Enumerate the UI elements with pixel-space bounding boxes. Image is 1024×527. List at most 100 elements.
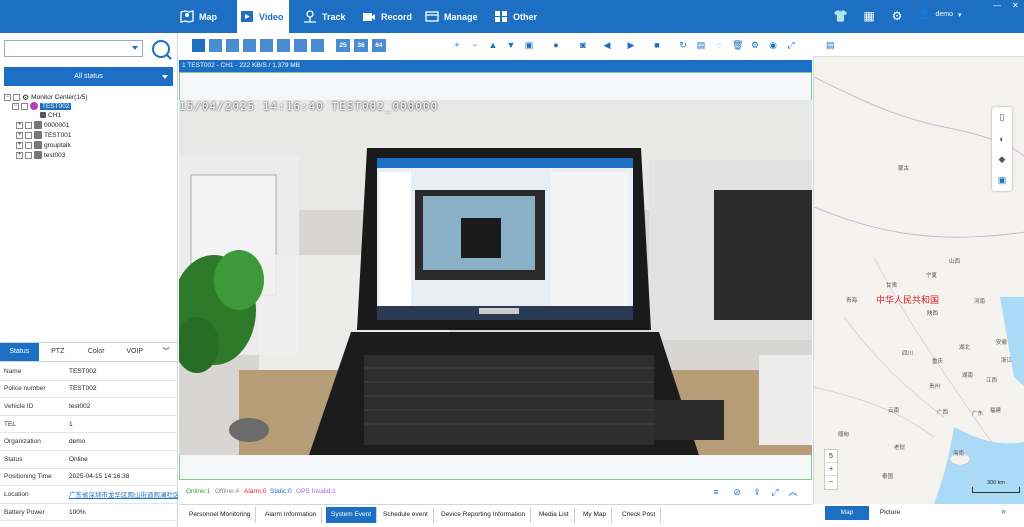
tree-item-test001[interactable]: + TEST001 <box>16 130 71 140</box>
checkbox[interactable] <box>25 141 32 149</box>
save-icon[interactable]: ▤ <box>696 40 706 50</box>
status-filter-select[interactable]: All status <box>4 67 173 86</box>
expand-icon[interactable]: + <box>16 141 23 149</box>
checkbox[interactable] <box>13 93 20 101</box>
close-icon[interactable]: ✕ <box>1012 1 1019 10</box>
info-row: Vehicle ID test002 <box>0 398 178 416</box>
chevron-down-icon <box>162 75 168 79</box>
refresh-icon[interactable]: ↻ <box>678 40 688 50</box>
map-tabs: Map Picture » <box>813 504 1024 523</box>
chevron-double-down-icon[interactable]: ︾ <box>154 343 178 361</box>
expand-icon[interactable]: + <box>16 131 23 139</box>
traffic-icon[interactable]: ▯ <box>992 107 1012 128</box>
checkbox[interactable] <box>25 151 32 159</box>
shirt-icon[interactable]: 👕 <box>833 9 848 23</box>
tab-alarm-information[interactable]: Alarm Information <box>260 507 323 523</box>
arrow-down-icon[interactable]: ▼ <box>506 40 516 50</box>
nav-track[interactable]: Track <box>303 0 349 33</box>
tab-status[interactable]: Status <box>0 343 39 361</box>
checkbox[interactable] <box>25 131 32 139</box>
tab-media-list[interactable]: Media List <box>534 507 575 523</box>
message-icon[interactable]: ▣ <box>524 40 534 50</box>
3d-icon[interactable]: ◆ <box>992 149 1012 170</box>
track-icon <box>304 10 316 23</box>
tree-item-ch1[interactable]: CH1 <box>40 110 61 120</box>
chevron-down-icon: ▾ <box>957 11 962 19</box>
plus-icon[interactable]: + <box>452 40 462 50</box>
arrow-up-icon[interactable]: ▲ <box>488 40 498 50</box>
tree-item-test003[interactable]: + test003 <box>16 150 65 160</box>
zoom-out-button[interactable]: − <box>825 476 837 489</box>
layout-9-button[interactable] <box>260 39 273 52</box>
tab-device-reporting-information[interactable]: Device Reporting Information <box>436 507 532 523</box>
play-all-icon[interactable]: ● <box>551 40 561 50</box>
device-icon <box>34 121 42 129</box>
speaker-icon[interactable]: ◀ <box>602 40 612 50</box>
expand-icon[interactable]: + <box>16 151 23 159</box>
user-menu[interactable]: 👤 demo ▾ <box>918 9 961 20</box>
layout-36-button[interactable]: 36 <box>354 39 368 52</box>
record-icon[interactable]: ◉ <box>768 40 778 50</box>
save-icon[interactable]: ▤ <box>826 40 835 51</box>
layout-10-button[interactable] <box>277 39 290 52</box>
satellite-icon[interactable]: ◐ <box>992 128 1012 149</box>
offline-count: Offline:4 <box>215 488 240 495</box>
nav-other[interactable]: Other <box>494 0 538 33</box>
tab-picture[interactable]: Picture <box>868 506 912 520</box>
minimize-icon[interactable]: — <box>993 1 1001 10</box>
layout-16-button[interactable] <box>311 39 324 52</box>
layout-13-button[interactable] <box>294 39 307 52</box>
tab-schedule-event[interactable]: Schedule event <box>378 507 434 523</box>
tab-system-event[interactable]: System Event <box>326 507 378 523</box>
tab-ptz[interactable]: PTZ <box>39 343 78 361</box>
snapshot-icon[interactable]: ◙ <box>578 40 588 50</box>
camera-icon <box>40 112 46 118</box>
layout-8-button[interactable] <box>243 39 256 52</box>
zoom-in-button[interactable]: + <box>825 463 837 476</box>
navigate-icon[interactable]: ⊘ <box>732 487 742 497</box>
nav-map[interactable]: Map <box>180 0 226 33</box>
layout-4-button[interactable] <box>209 39 222 52</box>
delete-icon[interactable]: 🗑 <box>732 40 743 50</box>
tab-personnel-monitoring[interactable]: Personnel Monitoring <box>184 507 257 523</box>
gps-invalid-count: GPS Invalid:1 <box>296 488 336 495</box>
tab-color[interactable]: Color <box>77 343 116 361</box>
layout-64-button[interactable]: 64 <box>372 39 386 52</box>
tab-check-post[interactable]: Check Post <box>617 507 662 523</box>
tab-my-map[interactable]: My Map <box>578 507 613 523</box>
checkbox[interactable] <box>21 102 28 110</box>
stop-icon[interactable]: ■ <box>652 40 662 50</box>
layout-6-button[interactable] <box>226 39 239 52</box>
map-layer-icon[interactable]: ▣ <box>992 170 1012 191</box>
fullscreen-icon[interactable]: ⤢ <box>786 40 796 50</box>
chevron-double-up-icon[interactable]: ︽ <box>788 487 798 497</box>
layout-icon[interactable]: ▦ <box>862 9 876 23</box>
settings-icon[interactable]: ⚙ <box>750 40 760 50</box>
collapse-icon[interactable]: − <box>4 93 11 101</box>
expand-icon[interactable]: + <box>16 121 23 129</box>
loading-icon[interactable]: ◌ <box>714 40 724 50</box>
search-icon[interactable] <box>152 40 170 58</box>
stack-icon[interactable]: ≡ <box>711 487 721 497</box>
nav-manage[interactable]: Manage <box>425 0 480 33</box>
nav-video[interactable]: Video <box>237 0 289 33</box>
chevron-double-right-icon[interactable]: » <box>1001 506 1006 516</box>
play-icon[interactable]: ▶ <box>626 40 636 50</box>
layout-25-button[interactable]: 25 <box>336 39 350 52</box>
video-feed[interactable]: 15/04/2025 14:16:40 TEST002_000000 <box>179 100 812 455</box>
collapse-icon[interactable]: − <box>12 102 19 110</box>
minus-icon[interactable]: − <box>470 40 480 50</box>
gear-icon[interactable]: ⚙ <box>890 9 904 23</box>
nav-record[interactable]: Record <box>362 0 414 33</box>
layout-1-button[interactable] <box>192 39 205 52</box>
checkbox[interactable] <box>25 121 32 129</box>
tab-voip[interactable]: VOIP <box>116 343 155 361</box>
map-view[interactable]: 蒙古 中华人民共和国 青海 甘肃 山西 宁夏 河南 陕西 四川 重庆 湖北 安徽… <box>813 57 1024 504</box>
search-input[interactable] <box>4 40 143 57</box>
tree-item-grouptalk[interactable]: + grouptalk <box>16 140 71 150</box>
export-icon[interactable]: ⇪ <box>752 487 762 497</box>
tab-map[interactable]: Map <box>825 506 869 520</box>
location-link[interactable]: 广东省深圳市龙华区观山街道观澜社区 <box>69 489 178 499</box>
expand-icon[interactable]: ⤢ <box>770 487 780 497</box>
tree-item-0000001[interactable]: + 0000001 <box>16 120 69 130</box>
